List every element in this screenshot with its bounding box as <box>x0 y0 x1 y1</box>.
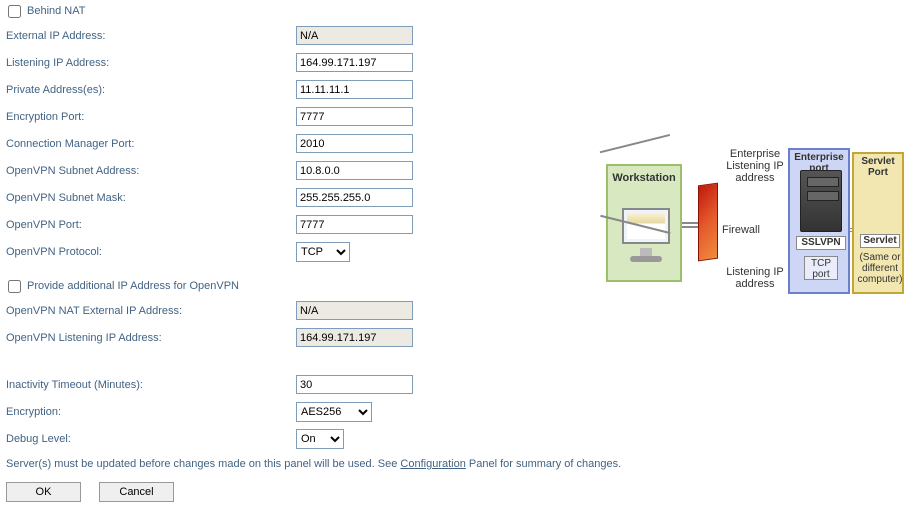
behind-nat-row: Behind NAT <box>6 0 903 22</box>
configuration-link[interactable]: Configuration <box>400 458 465 470</box>
diagram-listening-ip-label: Listening IP address <box>720 266 790 290</box>
ovpn-nat-ext-ip-label: OpenVPN NAT External IP Address: <box>6 305 296 317</box>
diagram-servlet-port: Servlet Port Servlet (Same or different … <box>852 152 904 294</box>
diagram-sslvpn-label: SSLVPN <box>796 236 846 250</box>
ovpn-subnet-addr-field[interactable] <box>296 161 413 180</box>
connmgr-port-field[interactable] <box>296 134 413 153</box>
network-diagram: Workstation Firewall Enterprise Listenin… <box>604 142 906 302</box>
encryption-select[interactable]: AES256 <box>296 402 372 422</box>
connmgr-port-label: Connection Manager Port: <box>6 138 296 150</box>
diagram-enterprise-listening-label: Enterprise Listening IP address <box>720 148 790 184</box>
debug-level-select[interactable]: On <box>296 429 344 449</box>
diagram-servlet-note: (Same or different computer) <box>857 252 903 285</box>
encryption-label: Encryption: <box>6 406 296 418</box>
ovpn-port-field[interactable] <box>296 215 413 234</box>
ovpn-protocol-select[interactable]: TCP <box>296 242 350 262</box>
external-ip-field <box>296 26 413 45</box>
encryption-port-label: Encryption Port: <box>6 111 296 123</box>
diagram-firewall-label: Firewall <box>722 224 760 236</box>
debug-level-label: Debug Level: <box>6 433 296 445</box>
diagram-tcp-port-label: TCP port <box>804 256 838 280</box>
ovpn-nat-ext-ip-field <box>296 301 413 320</box>
encryption-port-field[interactable] <box>296 107 413 126</box>
update-note: Server(s) must be updated before changes… <box>6 452 903 476</box>
diagram-enterprise-port: Enterprise port SSLVPN TCP port <box>788 148 850 294</box>
ovpn-listening-ip-label: OpenVPN Listening IP Address: <box>6 332 296 344</box>
private-addresses-field[interactable] <box>296 80 413 99</box>
private-addresses-label: Private Address(es): <box>6 84 296 96</box>
behind-nat-checkbox[interactable] <box>8 5 21 18</box>
ovpn-subnet-addr-label: OpenVPN Subnet Address: <box>6 165 296 177</box>
ovpn-listening-ip-field <box>296 328 413 347</box>
inactivity-timeout-label: Inactivity Timeout (Minutes): <box>6 379 296 391</box>
server-icon <box>800 170 842 232</box>
firewall-icon <box>698 183 718 262</box>
cancel-button[interactable]: Cancel <box>99 482 174 502</box>
inactivity-timeout-field[interactable] <box>296 375 413 394</box>
ovpn-subnet-mask-field[interactable] <box>296 188 413 207</box>
diagram-servlet-label: Servlet <box>860 234 900 248</box>
listening-ip-label: Listening IP Address: <box>6 57 296 69</box>
ok-button[interactable]: OK <box>6 482 81 502</box>
ovpn-protocol-label: OpenVPN Protocol: <box>6 246 296 258</box>
ovpn-subnet-mask-label: OpenVPN Subnet Mask: <box>6 192 296 204</box>
provide-additional-checkbox[interactable] <box>8 280 21 293</box>
behind-nat-label: Behind NAT <box>27 5 86 17</box>
listening-ip-field[interactable] <box>296 53 413 72</box>
provide-additional-label: Provide additional IP Address for OpenVP… <box>27 280 239 292</box>
external-ip-label: External IP Address: <box>6 30 296 42</box>
ovpn-port-label: OpenVPN Port: <box>6 219 296 231</box>
